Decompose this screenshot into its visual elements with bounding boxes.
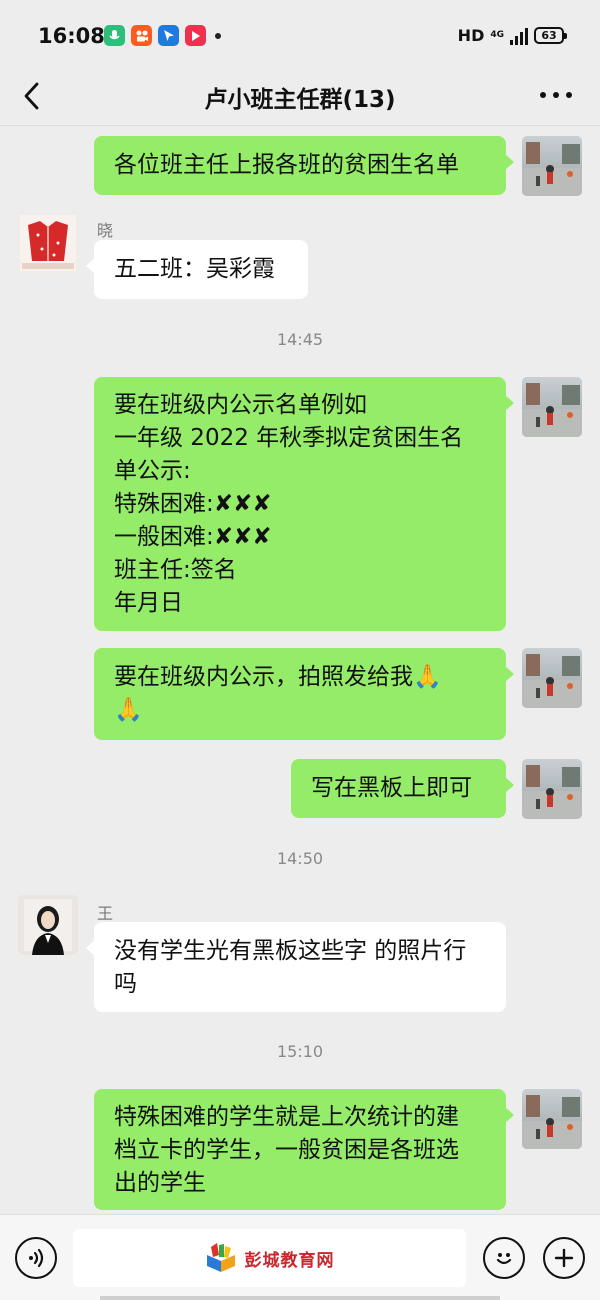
message-text: 年月日 bbox=[114, 590, 183, 616]
watermark-text: 彭城教育网 bbox=[244, 1250, 335, 1271]
message-text: 特殊困难:✘✘✘ bbox=[114, 491, 272, 517]
kuaishou-app-icon bbox=[131, 25, 152, 46]
message-text: 要在班级内公示名单例如 bbox=[114, 392, 367, 418]
emoji-button[interactable] bbox=[483, 1237, 525, 1279]
message-text: 吗 bbox=[114, 971, 137, 997]
voice-icon bbox=[29, 1248, 44, 1268]
message-text: 单公示: bbox=[114, 458, 191, 484]
battery-icon: 63 bbox=[534, 27, 567, 44]
timestamp: 14:45 bbox=[276, 330, 324, 349]
message-bubble[interactable]: 写在黑板上即可 bbox=[291, 759, 514, 818]
emoji-icon bbox=[496, 1253, 512, 1265]
message-text: 各位班主任上报各班的贫困生名单 bbox=[114, 152, 459, 178]
status-bar: 16:08 HD 4G 63 bbox=[0, 0, 600, 70]
self-avatar[interactable] bbox=[522, 759, 582, 819]
more-notifications-dot bbox=[215, 32, 221, 39]
message-bubble[interactable]: 要在班级内公示，拍照发给我🙏 🙏 bbox=[94, 648, 514, 740]
sender-avatar[interactable] bbox=[18, 213, 78, 273]
message-text: 班主任:签名 bbox=[114, 557, 237, 583]
nav-app-icon bbox=[158, 25, 179, 46]
more-dot-icon bbox=[540, 92, 546, 98]
message-bubble[interactable]: 各位班主任上报各班的贫困生名单 bbox=[94, 136, 514, 195]
more-functions-button[interactable] bbox=[543, 1237, 585, 1279]
message-text: 一年级 2022 年秋季拟定贫困生名 bbox=[114, 425, 464, 451]
message-text: 🙏 bbox=[114, 697, 143, 723]
notification-icons bbox=[104, 25, 221, 46]
self-avatar[interactable] bbox=[522, 648, 582, 708]
input-bar: 彭城教育网 bbox=[0, 1214, 600, 1300]
home-indicator bbox=[100, 1296, 500, 1300]
message-text: 五二班：吴彩霞 bbox=[114, 256, 275, 282]
sender-avatar[interactable] bbox=[18, 895, 78, 955]
more-dot-icon bbox=[553, 92, 559, 98]
battery-level: 63 bbox=[541, 29, 557, 42]
voice-assistant-app-icon bbox=[104, 25, 125, 46]
status-time: 16:08 bbox=[38, 24, 105, 48]
message-text: 一般困难:✘✘✘ bbox=[114, 524, 272, 550]
message-text: 写在黑板上即可 bbox=[311, 775, 472, 801]
message-bubble[interactable]: 没有学生光有黑板这些字 的照片行 吗 bbox=[86, 922, 506, 1012]
status-indicators: HD 4G 63 bbox=[457, 26, 567, 45]
chat-title: 卢小班主任群(13) bbox=[204, 87, 396, 113]
watermark-logo-icon bbox=[206, 1243, 235, 1272]
message-bubble[interactable]: 要在班级内公示名单例如 一年级 2022 年秋季拟定贫困生名 单公示: 特殊困难… bbox=[94, 377, 514, 631]
message-text: 特殊困难的学生就是上次统计的建 bbox=[114, 1104, 459, 1130]
timestamp: 14:50 bbox=[276, 849, 324, 868]
message-text: 出的学生 bbox=[114, 1170, 206, 1196]
message-bubble[interactable]: 五二班：吴彩霞 bbox=[86, 240, 308, 299]
message-text: 要在班级内公示，拍照发给我🙏 bbox=[114, 664, 442, 690]
message-text: 档立卡的学生，一般贫困是各班选 bbox=[114, 1137, 459, 1163]
plus-icon bbox=[554, 1248, 574, 1268]
self-avatar[interactable] bbox=[522, 377, 582, 437]
voice-input-button[interactable] bbox=[15, 1237, 57, 1279]
more-options-button[interactable] bbox=[540, 80, 572, 110]
video-app-icon bbox=[185, 25, 206, 46]
message-text: 没有学生光有黑板这些字 的照片行 bbox=[114, 938, 467, 964]
message-input[interactable]: 彭城教育网 bbox=[73, 1229, 466, 1287]
self-avatar[interactable] bbox=[522, 1089, 582, 1149]
network-type: 4G bbox=[490, 30, 504, 40]
signal-icon bbox=[510, 27, 528, 45]
more-dot-icon bbox=[566, 92, 572, 98]
chat-header: 卢小班主任群(13) bbox=[0, 70, 600, 126]
hd-indicator: HD bbox=[457, 26, 485, 45]
message-bubble[interactable]: 特殊困难的学生就是上次统计的建 档立卡的学生，一般贫困是各班选 出的学生 bbox=[94, 1089, 514, 1210]
timestamp: 15:10 bbox=[276, 1042, 324, 1061]
self-avatar[interactable] bbox=[522, 136, 582, 196]
